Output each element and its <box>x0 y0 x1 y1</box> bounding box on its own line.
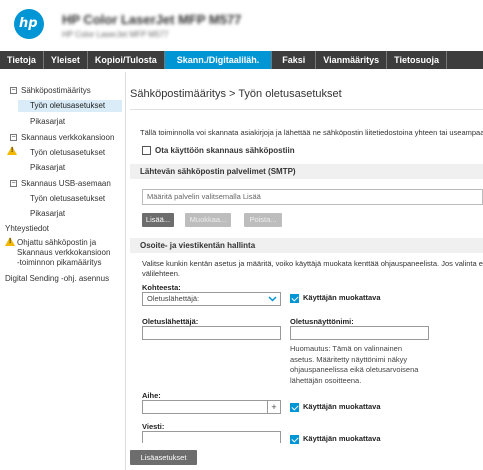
from-editable-label: Käyttäjän muokattava <box>303 293 381 302</box>
enable-checkbox-row[interactable]: Ota käyttöön skannaus sähköpostiin <box>142 146 295 156</box>
tab-faksi[interactable]: Faksi <box>272 51 317 69</box>
sidebar-item-label: Skannaus verkkokansioon <box>17 248 111 257</box>
message-editable-checkbox[interactable] <box>290 434 299 444</box>
subject-editable-checkbox[interactable] <box>290 402 299 412</box>
header: hp HP Color LaserJet MFP M577 HP Color L… <box>0 0 483 47</box>
printer-subtitle: HP Color LaserJet MFP M577 <box>62 30 169 39</box>
subject-editable-label: Käyttäjän muokattava <box>303 402 381 411</box>
address-desc-line2: välilehteen. <box>142 269 180 278</box>
edit-button[interactable]: Muokkaa... <box>185 213 231 227</box>
hp-logo-text: hp <box>19 16 38 31</box>
warning-icon <box>7 146 17 155</box>
add-button[interactable]: Lisää... <box>142 213 174 227</box>
tab-skann-digitaalilah[interactable]: Skann./Digitaaliläh. <box>164 51 273 69</box>
sidebar-item-email-quicksets[interactable]: Pikasarjat <box>30 117 65 127</box>
delete-button[interactable]: Poista... <box>244 213 282 227</box>
subject-plus-button[interactable]: + <box>267 400 280 414</box>
enable-label: Ota käyttöön skannaus sähköpostiin <box>155 146 295 155</box>
message-label: Viesti: <box>142 422 165 431</box>
address-desc-line1: Valitse kunkin kentän asetus ja määritä,… <box>142 259 483 268</box>
subject-editable-row[interactable]: Käyttäjän muokattava <box>290 402 381 412</box>
default-display-label: Oletusnäyttönimi: <box>290 317 354 326</box>
message-editable-row[interactable]: Käyttäjän muokattava <box>290 434 381 444</box>
message-input[interactable] <box>142 431 281 443</box>
from-label: Kohteesta: <box>142 283 181 292</box>
tab-kopioi-tulosta[interactable]: Kopioi/Tulosta <box>88 51 165 69</box>
divider <box>130 109 483 110</box>
chevron-down-icon <box>268 296 277 302</box>
sidebar-item-usb-defaults[interactable]: Työn oletusasetukset <box>30 194 105 204</box>
sidebar-item-folder-quicksets[interactable]: Pikasarjat <box>30 163 65 173</box>
default-display-input[interactable] <box>290 326 429 340</box>
top-nav: Tietoja Yleiset Kopioi/Tulosta Skann./Di… <box>0 51 483 69</box>
printer-name: HP Color LaserJet MFP M577 <box>62 12 242 27</box>
tab-vianmaaritys[interactable]: Vianmääritys <box>316 51 388 69</box>
from-select[interactable]: Oletuslähettäjä: <box>142 292 281 306</box>
address-section-header: Osoite- ja viestikentän hallinta <box>130 238 483 253</box>
divider <box>125 72 126 470</box>
sidebar-item-wizard[interactable]: Ohjattu sähköpostin ja Skannaus verkkoka… <box>17 238 110 268</box>
advanced-settings-button[interactable]: Lisäasetukset <box>130 450 197 465</box>
tab-tietoja[interactable]: Tietoja <box>0 51 44 69</box>
from-editable-row[interactable]: Käyttäjän muokattava <box>290 293 381 303</box>
sidebar-item-usb[interactable]: − Skannaus USB-asemaan <box>10 179 111 189</box>
page-title: Sähköpostimääritys > Työn oletusasetukse… <box>130 88 342 100</box>
sidebar-item-usb-quicksets[interactable]: Pikasarjat <box>30 209 65 219</box>
sidebar-item-label: Skannaus USB-asemaan <box>21 179 111 188</box>
from-select-value: Oletuslähettäjä: <box>147 294 200 303</box>
sidebar-item-label: Työn oletusasetukset <box>30 101 106 110</box>
hp-logo: hp <box>14 9 44 39</box>
tab-tietosuoja[interactable]: Tietosuoja <box>387 51 447 69</box>
sidebar-item-label: Skannaus verkkokansioon <box>21 133 115 142</box>
default-from-label: Oletuslähettäjä: <box>142 317 199 326</box>
smtp-section-header: Lähtevän sähköpostin palvelimet (SMTP) <box>130 164 483 179</box>
sidebar-item-email-setup[interactable]: − Sähköpostimääritys <box>10 86 91 96</box>
sidebar-item-digital-sending[interactable]: Digital Sending -ohj. asennus <box>5 274 109 284</box>
sidebar-item-label: Sähköpostimääritys <box>21 86 91 95</box>
sidebar-item-label: Ohjattu sähköpostin ja <box>17 238 97 247</box>
subject-label: Aihe: <box>142 391 161 400</box>
sidebar-item-label: -toiminnon pikamääritys <box>17 258 102 267</box>
sidebar-item-folder-defaults[interactable]: Työn oletusasetukset <box>30 148 105 158</box>
sidebar-item-network-folder[interactable]: − Skannaus verkkokansioon <box>10 133 114 143</box>
default-from-input[interactable] <box>142 326 281 340</box>
from-editable-checkbox[interactable] <box>290 293 299 303</box>
collapse-icon[interactable]: − <box>10 87 17 95</box>
enable-checkbox[interactable] <box>142 146 151 156</box>
sidebar-item-email-defaults[interactable]: Työn oletusasetukset <box>18 100 122 112</box>
message-editable-label: Käyttäjän muokattava <box>303 434 381 443</box>
smtp-server-list[interactable]: Määritä palvelin valitsemalla Lisää <box>142 189 483 205</box>
tab-yleiset[interactable]: Yleiset <box>44 51 88 69</box>
sidebar-item-contacts[interactable]: Yhteystiedot <box>5 224 49 234</box>
collapse-icon[interactable]: − <box>10 180 17 188</box>
collapse-icon[interactable]: − <box>10 134 17 142</box>
intro-text: Tällä toiminnolla voi skannata asiakirjo… <box>140 128 483 137</box>
warning-icon <box>5 237 15 246</box>
subject-input[interactable]: + <box>142 400 281 414</box>
display-name-note: Huomautus: Tämä on valinnainen asetus. M… <box>290 344 419 385</box>
